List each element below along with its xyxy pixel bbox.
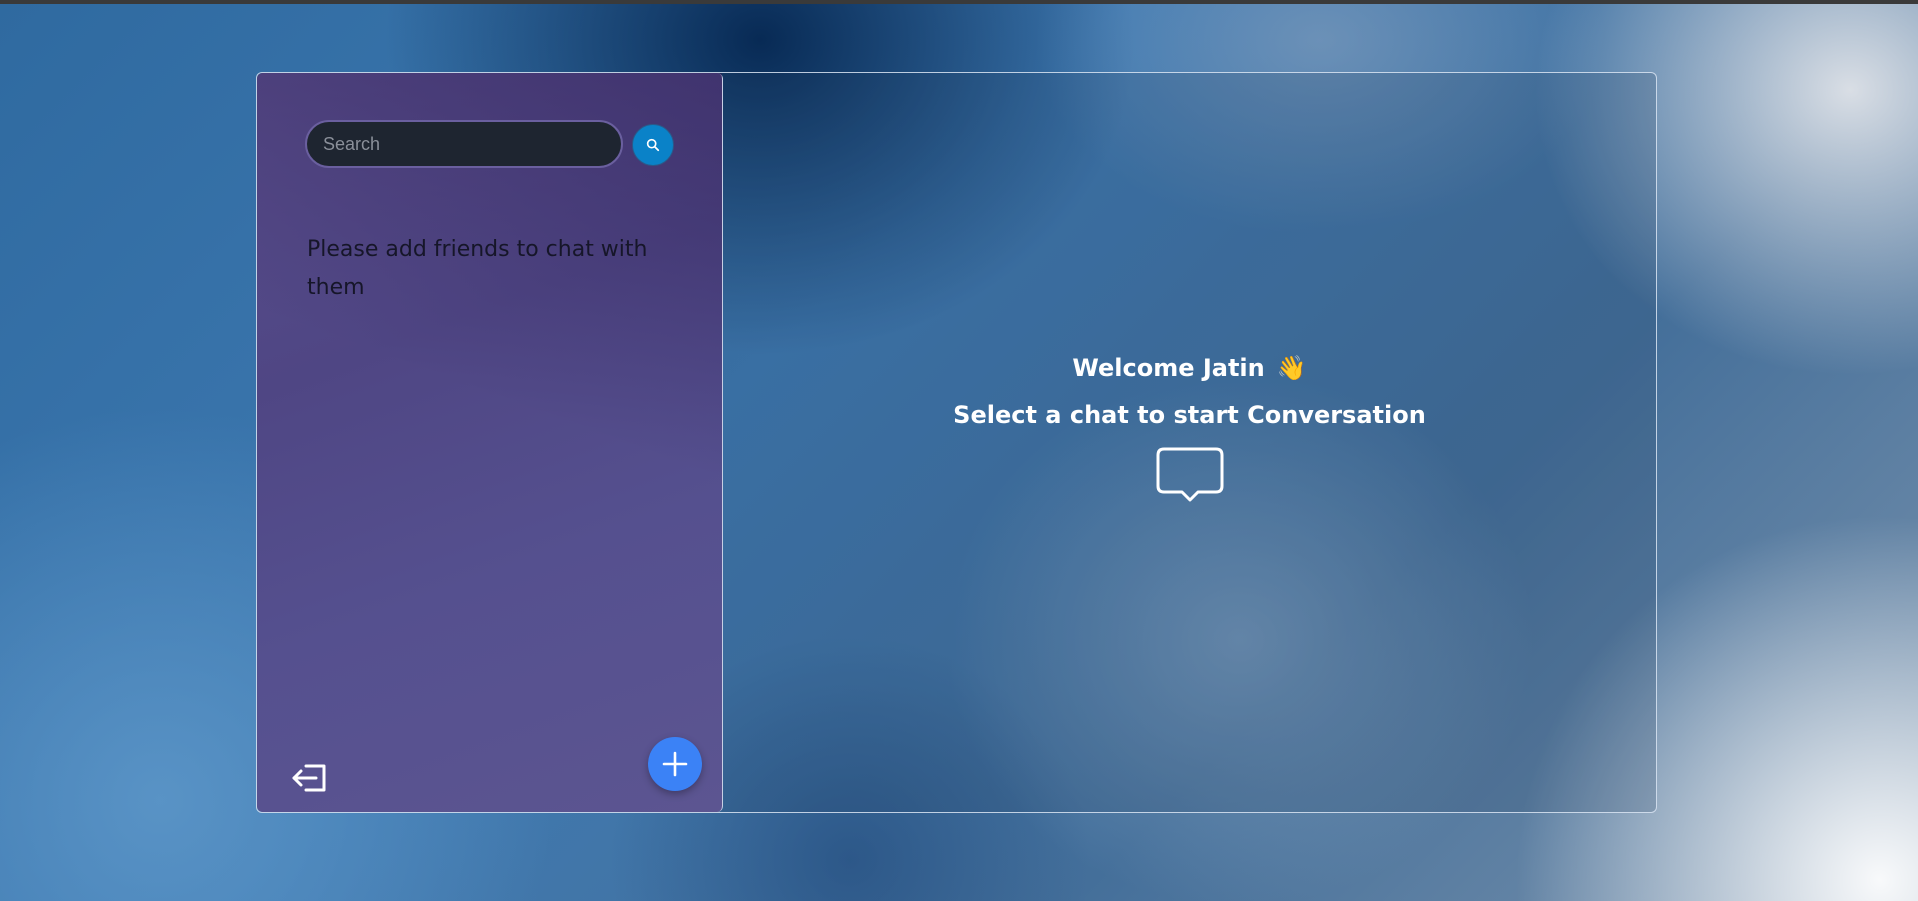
add-friend-button[interactable] <box>648 737 702 791</box>
search-icon <box>646 138 660 152</box>
welcome-heading: Welcome Jatin 👋 <box>1072 353 1306 383</box>
sidebar: Please add friends to chat with them <box>257 73 723 812</box>
welcome-box: Welcome Jatin 👋 Select a chat to start C… <box>723 353 1656 506</box>
wave-emoji: 👋 <box>1276 354 1307 382</box>
search-field-wrapper <box>305 120 623 168</box>
window-top-strip <box>0 0 1918 4</box>
empty-friends-message: Please add friends to chat with them <box>307 237 648 300</box>
select-chat-subtitle: Select a chat to start Conversation <box>953 401 1426 429</box>
conversation-placeholder: Welcome Jatin 👋 Select a chat to start C… <box>723 73 1656 812</box>
plus-icon <box>662 751 688 777</box>
search-input[interactable] <box>307 122 621 166</box>
chat-bubble-icon <box>1156 447 1223 502</box>
chat-app-container: Please add friends to chat with them Wel… <box>256 72 1657 813</box>
logout-icon <box>292 764 326 792</box>
logout-button[interactable] <box>287 756 331 800</box>
search-button[interactable] <box>632 124 674 166</box>
welcome-text: Welcome Jatin <box>1072 354 1265 382</box>
